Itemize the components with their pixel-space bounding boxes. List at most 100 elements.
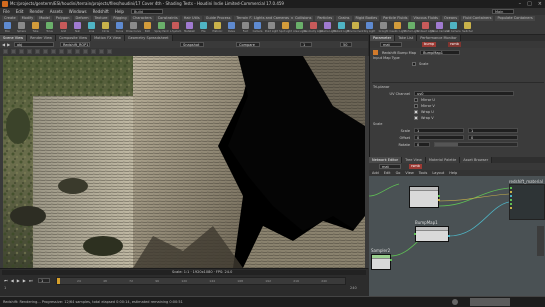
mirror-v-checkbox[interactable]	[414, 104, 418, 108]
render-option-icon[interactable]	[3, 49, 8, 54]
viewport-path-field[interactable]: obj	[14, 42, 54, 47]
tool-right-4[interactable]: Geometry Light	[304, 22, 323, 34]
network-editor[interactable]: BumpMap1 Sampler2 redshift_material	[369, 176, 545, 296]
tool-right-6[interactable]: Distant Light	[333, 22, 350, 34]
tool-left-9[interactable]: Draw Curve	[126, 22, 141, 34]
render-option-icon[interactable]	[59, 49, 64, 54]
menu-edit[interactable]: Edit	[16, 9, 24, 14]
param-path-field[interactable]: mat	[380, 42, 402, 47]
param-node-badge-2[interactable]: rsmb	[448, 42, 461, 47]
net-menu-view[interactable]: View	[405, 171, 413, 175]
shelf-tab-left-2[interactable]: Model	[37, 16, 52, 21]
uv-field[interactable]: uv0	[414, 91, 514, 96]
net-menu-layout[interactable]: Layout	[432, 171, 444, 175]
tool-right-7[interactable]: Environment	[348, 22, 363, 34]
zoom-field[interactable]: 50	[340, 42, 352, 47]
input-port[interactable]	[414, 233, 416, 235]
menu-assets[interactable]: Assets	[50, 9, 63, 14]
render-option-icon[interactable]	[67, 49, 72, 54]
shelf-tab-right-2[interactable]: Particles	[315, 16, 335, 21]
net-menu-add[interactable]: Add	[372, 171, 379, 175]
output-port[interactable]	[448, 235, 450, 237]
menu-redshift[interactable]: Redshift	[93, 9, 109, 14]
render-option-icon[interactable]	[107, 49, 112, 54]
network-sidebar[interactable]	[537, 226, 544, 256]
render-option-icon[interactable]	[51, 49, 56, 54]
tool-left-1[interactable]: Sphere	[16, 22, 27, 34]
shelf-tab-right-4[interactable]: Rigid Bodies	[353, 16, 380, 21]
tool-left-5[interactable]: Null	[72, 22, 83, 34]
play-icon[interactable]: ▶	[17, 278, 20, 283]
current-frame-field[interactable]: 1	[38, 278, 50, 283]
desktop-dropdown[interactable]: Build	[131, 9, 163, 14]
tool-right-5[interactable]: Volume Light	[319, 22, 336, 34]
output-port[interactable]	[438, 199, 440, 201]
node-name-field[interactable]: BumpMap1	[420, 50, 461, 55]
param-node-badge[interactable]: bump	[422, 42, 437, 47]
tool-right-0[interactable]: Camera	[252, 22, 263, 34]
tool-left-13[interactable]: Metaball	[184, 22, 195, 34]
close-icon[interactable]: ×	[538, 1, 542, 7]
tool-right-9[interactable]: GI Light	[378, 22, 389, 34]
back-icon[interactable]: ◀	[2, 42, 5, 47]
tool-left-10[interactable]: Path	[142, 22, 153, 34]
tool-right-15[interactable]: Switcher	[462, 22, 473, 34]
jump-start-icon[interactable]: ⏮	[4, 278, 8, 283]
tool-right-8[interactable]: Sky Light	[364, 22, 375, 34]
menu-help[interactable]: Help	[115, 9, 124, 14]
shelf-tab-right-0[interactable]: Lights and Cameras	[252, 16, 291, 21]
tool-left-4[interactable]: Grid	[58, 22, 69, 34]
shelf-tab-left-1[interactable]: Modify	[19, 16, 36, 21]
output-port[interactable]	[390, 259, 392, 261]
node-redshift-material[interactable]	[509, 184, 545, 220]
mirror-u-checkbox[interactable]	[414, 98, 418, 102]
net-menu-go[interactable]: Go	[396, 171, 401, 175]
jump-end-icon[interactable]: ⏭	[29, 278, 33, 283]
render-option-icon[interactable]	[43, 49, 48, 54]
shelf-tab-right-5[interactable]: Particle Fluids	[381, 16, 410, 21]
shelf-tab-left-7[interactable]: Characters	[130, 16, 154, 21]
range-end[interactable]: 240	[350, 286, 357, 290]
camera-dropdown[interactable]: Redshift_ROP1	[60, 42, 90, 47]
tool-left-8[interactable]: Curve	[114, 22, 125, 34]
tool-left-7[interactable]: Circle	[100, 22, 111, 34]
tool-left-2[interactable]: Tube	[30, 22, 41, 34]
offset-x-field[interactable]: 0	[414, 135, 464, 140]
tool-left-17[interactable]: Font	[240, 22, 251, 34]
render-option-icon[interactable]	[19, 49, 24, 54]
input-port[interactable]	[510, 191, 512, 193]
output-port[interactable]	[438, 195, 440, 197]
rotate-field[interactable]: 0	[414, 142, 430, 147]
network-node-badge[interactable]: rsmb	[409, 164, 422, 169]
render-option-icon[interactable]	[75, 49, 80, 54]
step-forward-icon[interactable]: ▶	[23, 278, 26, 283]
tool-right-14[interactable]: VR Camera	[446, 22, 461, 34]
shelf-tab-left-6[interactable]: Rigging	[111, 16, 129, 21]
tool-left-0[interactable]: Box	[2, 22, 13, 34]
render-option-icon[interactable]	[27, 49, 32, 54]
shelf-tab-left-9[interactable]: Hair Utils	[181, 16, 202, 21]
shelf-tab-right-1[interactable]: Collisions	[292, 16, 314, 21]
menu-windows[interactable]: Windows	[69, 9, 87, 14]
menu-file[interactable]: File	[3, 9, 10, 14]
node-bump-map[interactable]	[414, 226, 450, 242]
network-path-field[interactable]: mat	[379, 164, 401, 169]
render-option-icon[interactable]	[35, 49, 40, 54]
render-option-icon[interactable]	[99, 49, 104, 54]
node-sampler[interactable]	[371, 254, 392, 270]
rotate-slider[interactable]	[434, 142, 518, 147]
tool-left-16[interactable]: Rules	[226, 22, 237, 34]
tool-left-11[interactable]: Spray Paint	[154, 22, 169, 34]
shelf-tab-left-5[interactable]: Texture	[92, 16, 110, 21]
tool-right-11[interactable]: Portal Light	[404, 22, 419, 34]
input-port[interactable]	[510, 199, 512, 201]
maximize-icon[interactable]: □	[527, 1, 532, 7]
shelf-tab-right-9[interactable]: Populate Containers	[495, 16, 535, 21]
shelf-tab-right-6[interactable]: Viscous Fluids	[411, 16, 440, 21]
compare-button[interactable]: Compare	[236, 42, 260, 47]
scale-x-field[interactable]: 1	[414, 128, 464, 133]
timeline[interactable]: 24 48 72 96 120 144 168 192 216 240	[56, 277, 346, 285]
render-option-icon[interactable]	[83, 49, 88, 54]
render-viewport[interactable]	[3, 56, 365, 268]
minimize-icon[interactable]: –	[519, 1, 522, 7]
